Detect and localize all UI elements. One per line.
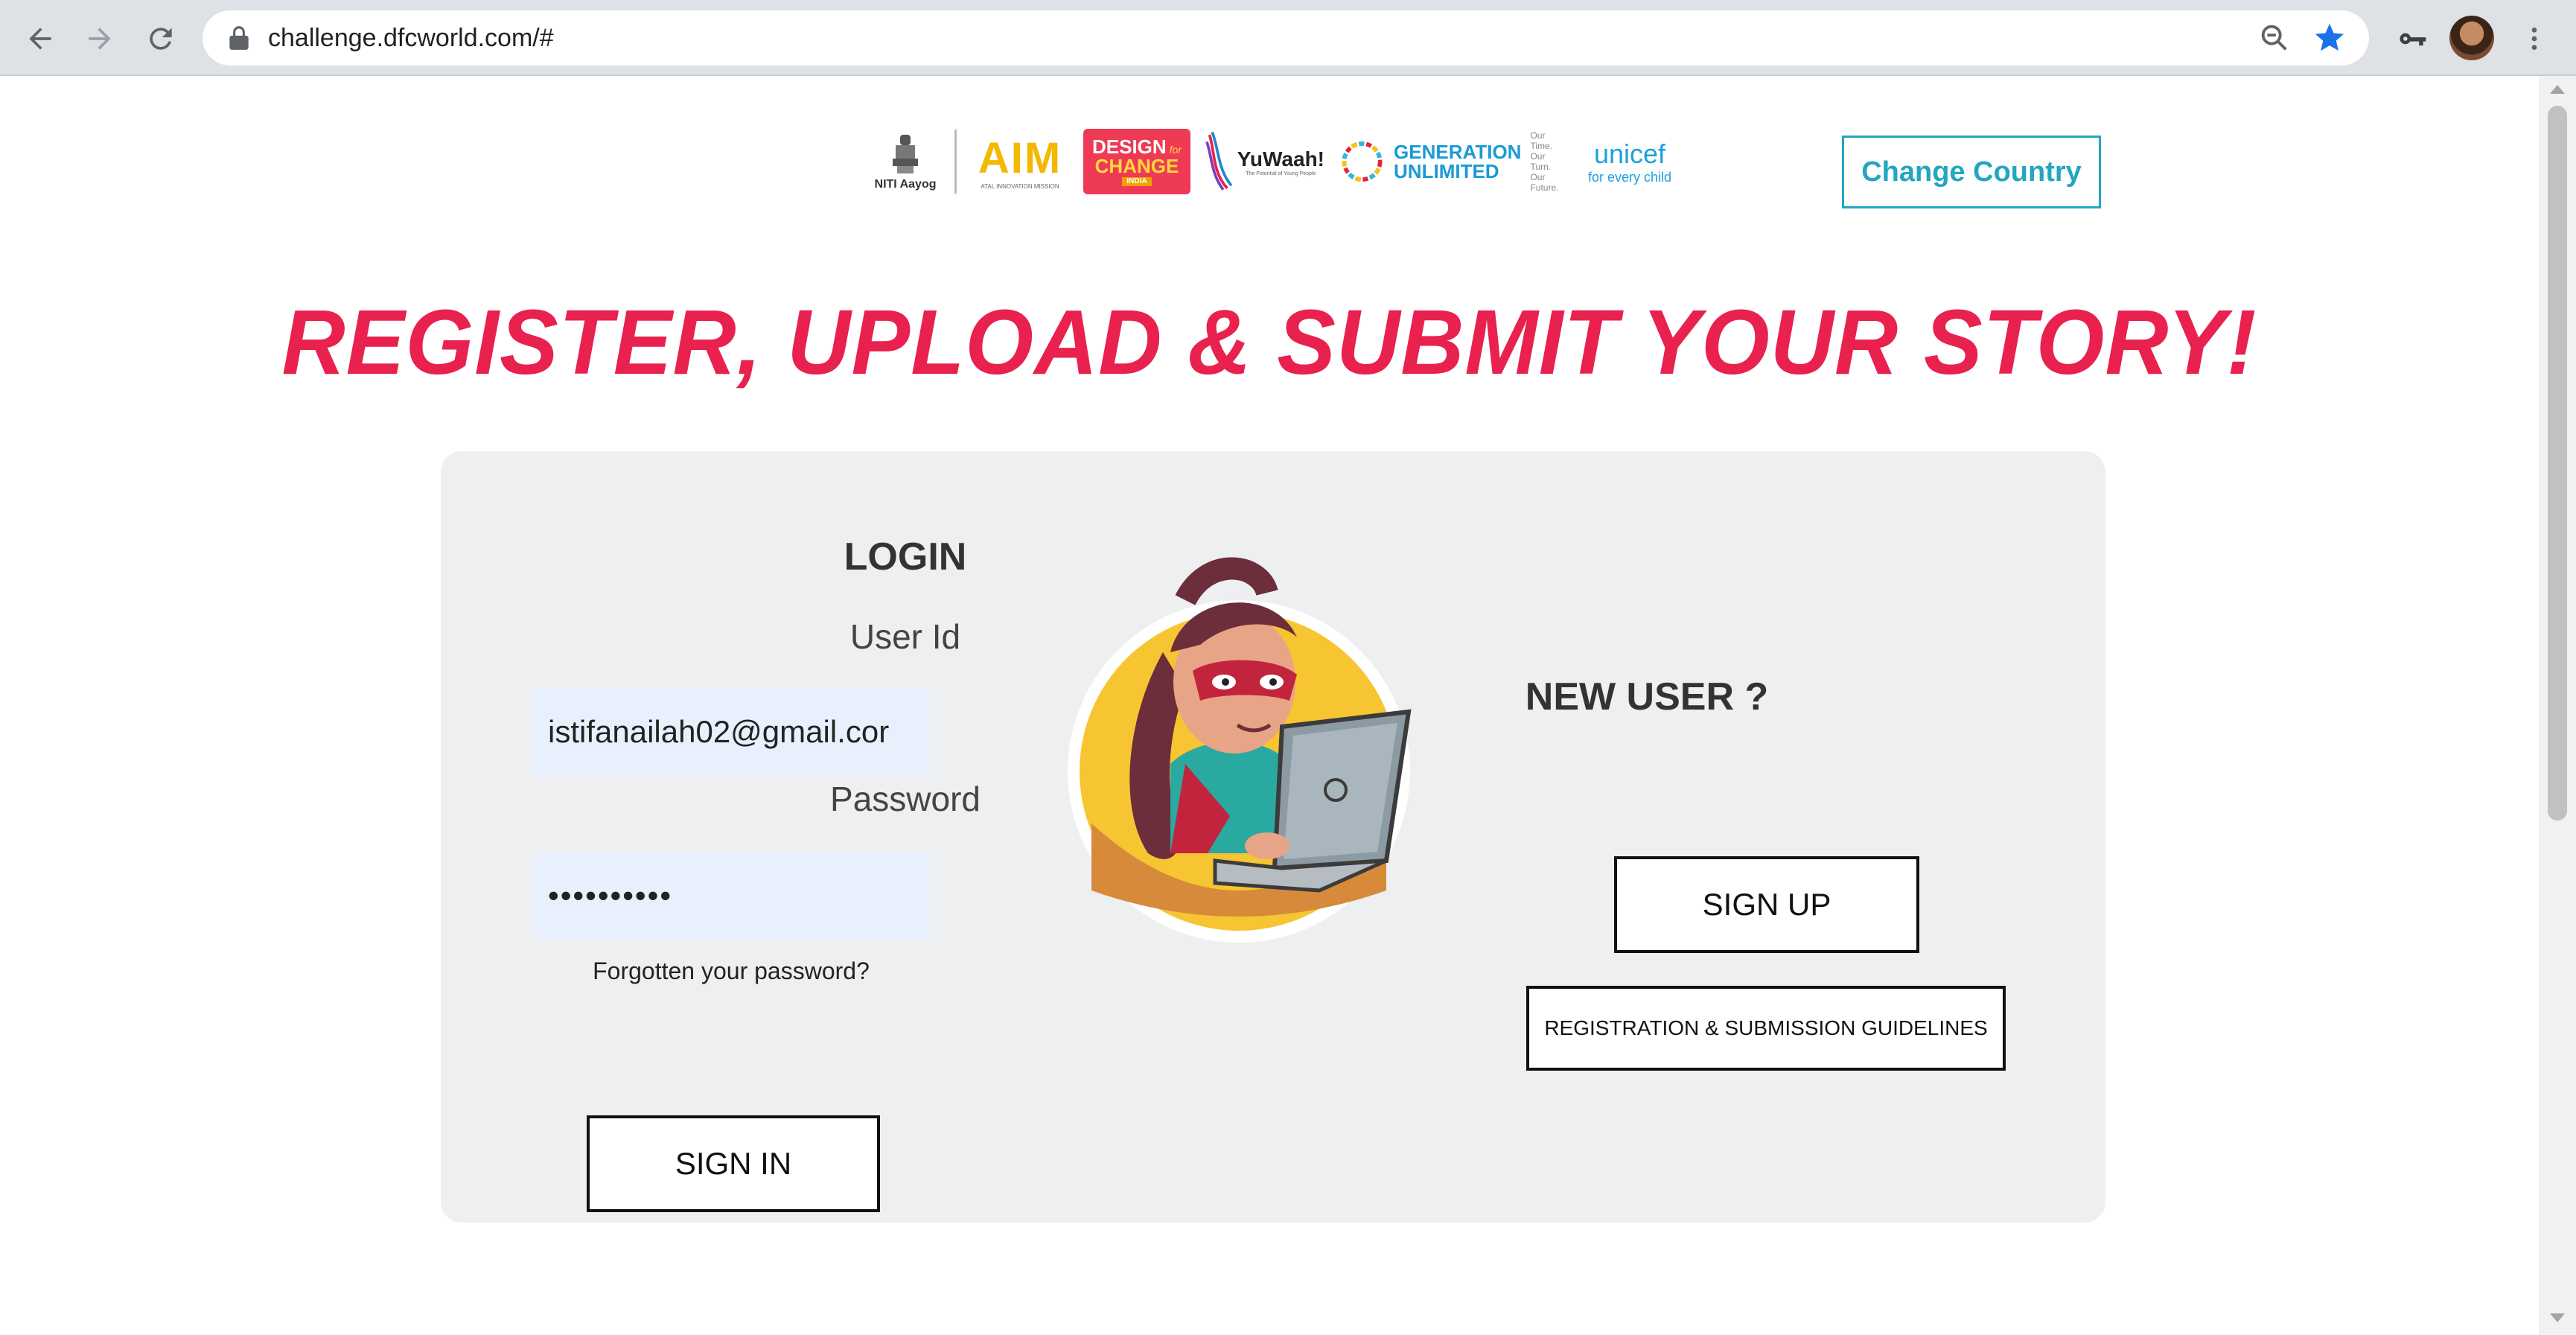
browser-toolbar: challenge.dfcworld.com/#: [0, 0, 2576, 76]
menu-kebab-icon[interactable]: [2513, 18, 2555, 60]
forgot-password-link[interactable]: Forgotten your password?: [533, 958, 929, 985]
dfc-line1: DESIGN: [1091, 136, 1167, 158]
page-title: REGISTER, UPLOAD & SUBMIT YOUR STORY!: [281, 290, 2257, 395]
forward-arrow-icon: [89, 28, 111, 50]
guidelines-button[interactable]: REGISTRATION & SUBMISSION GUIDELINES: [1526, 986, 2006, 1071]
unicef-tag: for every child: [1587, 169, 1672, 185]
lock-icon: [229, 26, 249, 50]
user-id-input[interactable]: [533, 688, 929, 776]
aim-text: AIM: [978, 134, 1062, 182]
dfc-line3: INDIA: [1122, 177, 1152, 186]
emblem-icon: [893, 135, 918, 173]
change-country-button[interactable]: Change Country: [1842, 136, 2101, 208]
sign-in-button[interactable]: SIGN IN: [587, 1115, 880, 1212]
girl-with-laptop-illustration: [1068, 557, 1412, 943]
scrollbar-thumb[interactable]: [2548, 106, 2567, 821]
aim-logo: AIM ATAL INNOVATION MISSION: [972, 133, 1068, 190]
dfc-line2: CHANGE: [1094, 155, 1179, 177]
url-text: challenge.dfcworld.com/#: [268, 24, 554, 52]
reload-icon: [150, 28, 172, 50]
unicef-logo: unicef for every child: [1578, 138, 1682, 185]
address-bar[interactable]: challenge.dfcworld.com/#: [203, 10, 2369, 66]
yuwaah-caption: The Potential of Young People: [1246, 171, 1316, 176]
back-button[interactable]: [18, 16, 63, 61]
logo-divider: [954, 130, 957, 194]
sign-up-button[interactable]: SIGN UP: [1614, 856, 1919, 953]
bookmark-star-icon[interactable]: [2312, 21, 2347, 55]
forward-button[interactable]: [77, 16, 122, 61]
back-arrow-icon: [29, 28, 51, 50]
scroll-up-icon[interactable]: [2550, 85, 2565, 94]
login-panel: LOGIN User Id Password Forgotten your pa…: [441, 451, 2105, 1223]
page-scrollbar[interactable]: [2539, 76, 2576, 1335]
genu-line2: UNLIMITED: [1394, 160, 1499, 182]
profile-avatar[interactable]: [2449, 16, 2494, 60]
partner-logos: NITI Aayog AIM ATAL INNOVATION MISSION D…: [871, 121, 1682, 203]
scroll-down-icon[interactable]: [2550, 1313, 2565, 1322]
unicef-text: unicef: [1593, 138, 1666, 169]
aim-caption: ATAL INNOVATION MISSION: [981, 183, 1059, 190]
page-content: NITI Aayog AIM ATAL INNOVATION MISSION D…: [0, 76, 2539, 1335]
sdg-ring-icon: [1342, 141, 1383, 182]
yuwaah-swoosh-icon: [1205, 131, 1233, 191]
genu-tag2: Our Turn.: [1530, 151, 1552, 172]
yuwaah-text: YuWaah!: [1237, 147, 1324, 171]
niti-aayog-logo: NITI Aayog: [871, 132, 940, 191]
genu-tag3: Our Future.: [1530, 172, 1559, 193]
genu-tag1: Our Time.: [1530, 130, 1553, 151]
reload-button[interactable]: [138, 16, 183, 61]
niti-caption: NITI Aayog: [874, 178, 937, 191]
design-for-change-logo: DESIGN for CHANGE INDIA: [1083, 129, 1190, 194]
zoom-icon[interactable]: [2257, 21, 2292, 55]
new-user-title: NEW USER ?: [1525, 675, 1769, 719]
genu-line1: GENERATION: [1394, 141, 1522, 163]
generation-unlimited-logo: GENERATION UNLIMITED Our Time. Our Turn.…: [1339, 130, 1563, 194]
yuwaah-logo: YuWaah! The Potential of Young People: [1205, 128, 1324, 195]
dfc-for: for: [1169, 144, 1182, 156]
password-input[interactable]: [533, 852, 929, 940]
password-key-icon[interactable]: [2391, 18, 2433, 60]
